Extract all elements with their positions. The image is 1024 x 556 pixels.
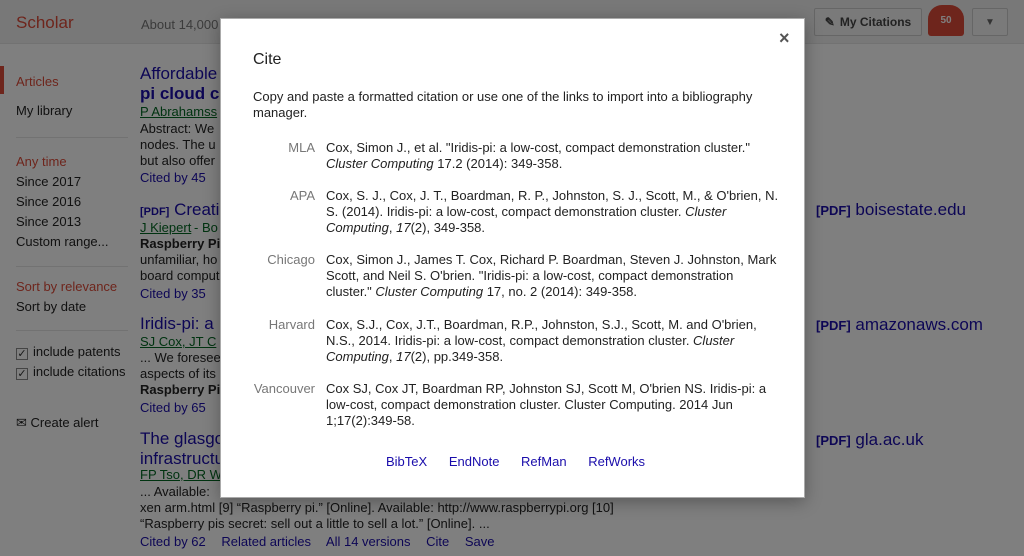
citation-style-label: Harvard bbox=[268, 317, 315, 332]
citation-style-label: APA bbox=[289, 188, 315, 203]
export-links: BibTeX EndNote RefMan RefWorks bbox=[386, 454, 663, 469]
refworks-link[interactable]: RefWorks bbox=[588, 454, 645, 469]
citation-text[interactable]: Cox, Simon J., et al. "Iridis-pi: a low-… bbox=[326, 140, 781, 172]
dialog-intro: Copy and paste a formatted citation or u… bbox=[253, 89, 753, 120]
citation-text[interactable]: Cox, S. J., Cox, J. T., Boardman, R. P.,… bbox=[326, 188, 781, 236]
citation-text[interactable]: Cox SJ, Cox JT, Boardman RP, Johnston SJ… bbox=[326, 381, 781, 429]
bibtex-link[interactable]: BibTeX bbox=[386, 454, 427, 469]
cite-dialog: Cite × Copy and paste a formatted citati… bbox=[220, 18, 805, 498]
citation-text[interactable]: Cox, Simon J., James T. Cox, Richard P. … bbox=[326, 252, 781, 300]
citation-style-label: Vancouver bbox=[253, 381, 315, 396]
citation-style-label: Chicago bbox=[267, 252, 315, 267]
dialog-title: Cite bbox=[253, 51, 282, 68]
citation-style-label: MLA bbox=[288, 140, 315, 155]
endnote-link[interactable]: EndNote bbox=[449, 454, 500, 469]
close-icon[interactable]: × bbox=[779, 28, 790, 49]
refman-link[interactable]: RefMan bbox=[521, 454, 567, 469]
citation-text[interactable]: Cox, S.J., Cox, J.T., Boardman, R.P., Jo… bbox=[326, 317, 781, 365]
